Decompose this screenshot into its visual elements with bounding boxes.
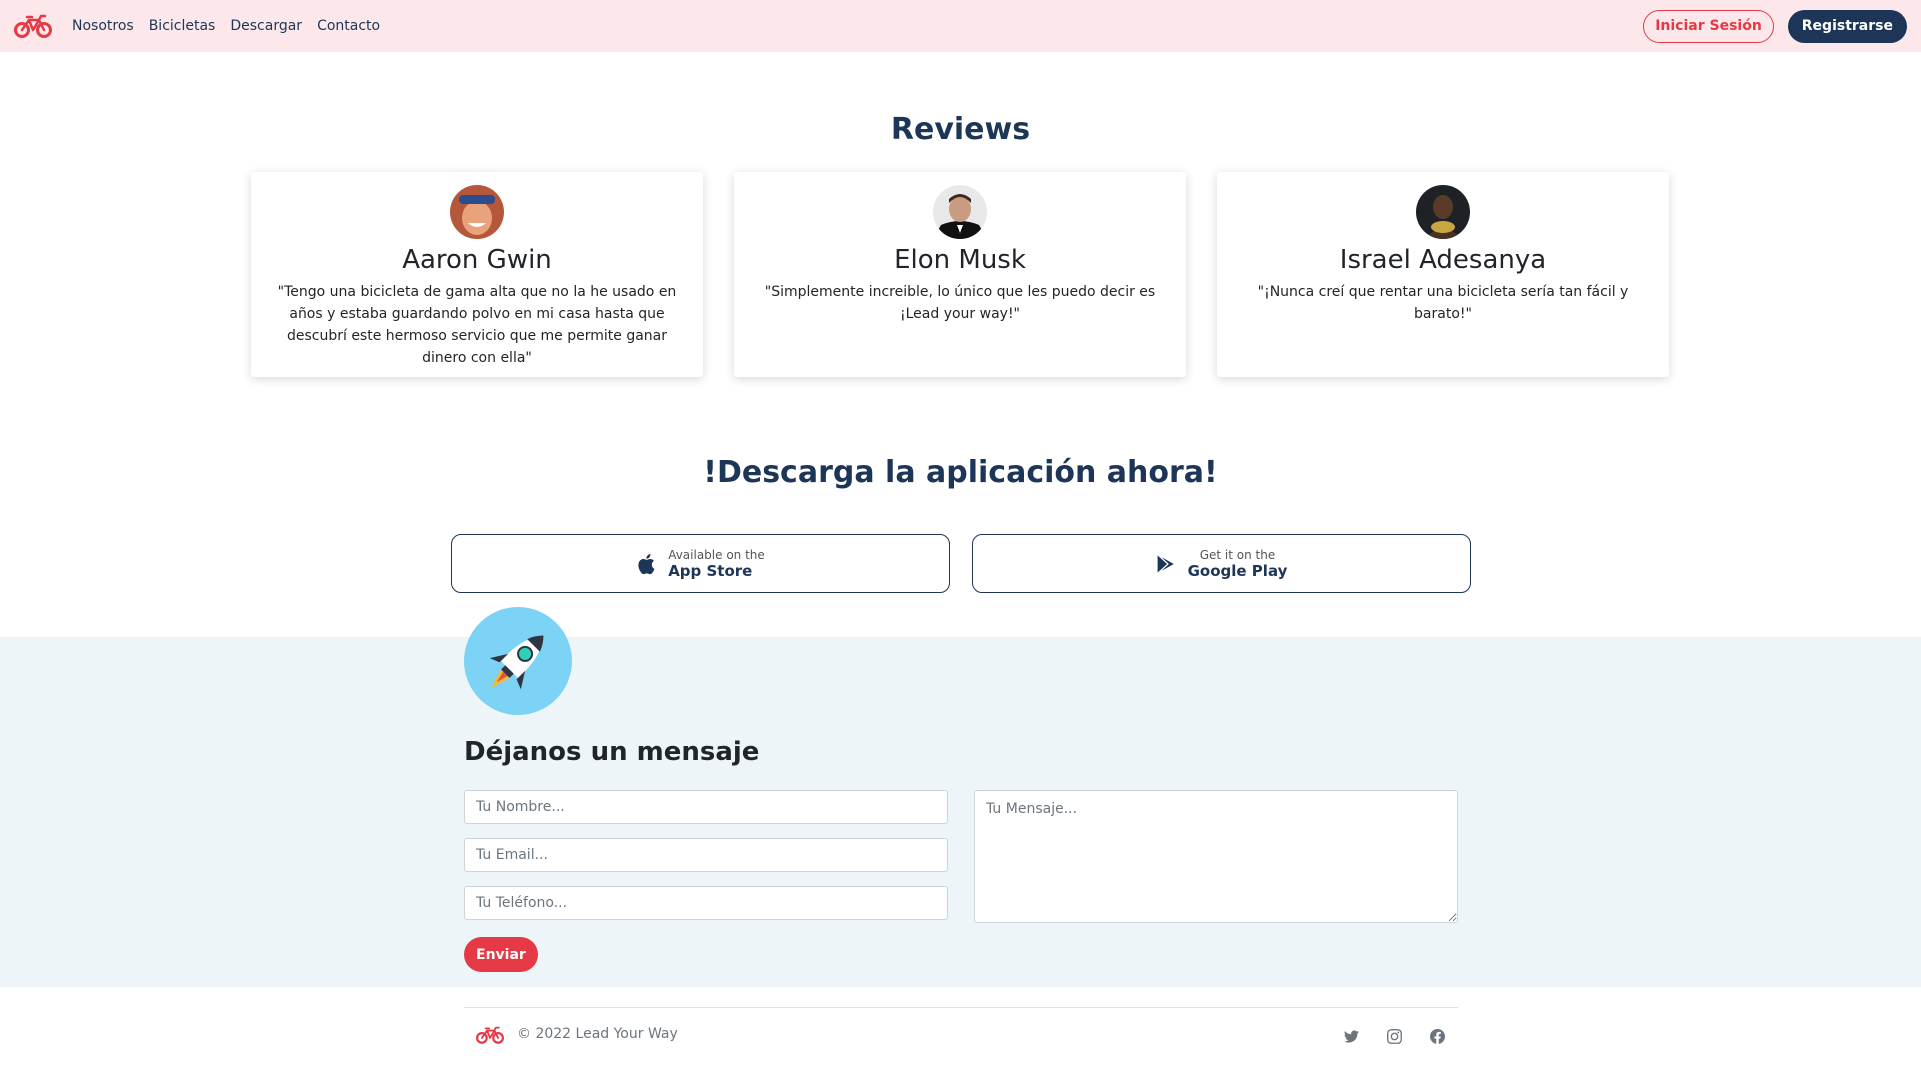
nav-link-nosotros[interactable]: Nosotros <box>72 18 134 34</box>
contact-section <box>0 637 1921 987</box>
nav-links: Nosotros Bicicletas Descargar Contacto <box>72 18 380 34</box>
nav-link-bicicletas[interactable]: Bicicletas <box>149 18 216 34</box>
apple-icon <box>638 553 655 574</box>
brand-logo[interactable] <box>14 11 54 41</box>
reviewer-name: Elon Musk <box>894 245 1026 275</box>
nav-link-contacto[interactable]: Contacto <box>317 18 380 34</box>
login-button[interactable]: Iniciar Sesión <box>1643 9 1774 43</box>
name-input[interactable] <box>464 790 948 824</box>
avatar <box>450 185 504 239</box>
bicycle-icon <box>476 1026 504 1044</box>
message-input[interactable] <box>974 790 1458 923</box>
download-title: !Descarga la aplicación ahora! <box>703 455 1218 490</box>
google-play-text: Get it on the Google Play <box>1188 548 1288 580</box>
reviewer-name: Aaron Gwin <box>402 245 552 275</box>
app-store-text: Available on the App Store <box>668 548 765 580</box>
google-play-small-text: Get it on the <box>1199 547 1276 562</box>
navbar: Nosotros Bicicletas Descargar Contacto I… <box>0 0 1921 52</box>
copyright-text: © 2022 Lead Your Way <box>517 1026 678 1042</box>
bicycle-icon <box>14 14 52 38</box>
app-store-button[interactable]: Available on the App Store <box>451 534 950 593</box>
google-play-big-text: Google Play <box>1187 561 1288 580</box>
google-play-button[interactable]: Get it on the Google Play <box>972 534 1471 593</box>
app-store-small-text: Available on the <box>668 547 765 562</box>
review-card-aaron: Aaron Gwin "Tengo una bicicleta de gama … <box>251 172 703 377</box>
nav-actions: Iniciar Sesión Registrarse <box>1643 9 1907 43</box>
google-play-icon <box>1156 552 1176 575</box>
review-card-israel: Israel Adesanya "¡Nunca creí que rentar … <box>1217 172 1669 377</box>
review-text: "Tengo una bicicleta de gama alta que no… <box>277 284 677 366</box>
send-button[interactable]: Enviar <box>464 937 538 972</box>
twitter-icon[interactable] <box>1342 1027 1360 1045</box>
review-text: "Simplemente increible, lo único que les… <box>764 284 1156 322</box>
nav-link-descargar[interactable]: Descargar <box>230 18 302 34</box>
reviewer-name: Israel Adesanya <box>1339 245 1547 275</box>
footer-divider <box>464 1007 1458 1008</box>
avatar <box>1416 185 1470 239</box>
facebook-icon[interactable] <box>1428 1027 1446 1045</box>
contact-title: Déjanos un mensaje <box>464 737 760 767</box>
review-card-elon: Elon Musk "Simplemente increible, lo úni… <box>734 172 1186 377</box>
reviews-title: Reviews <box>890 112 1031 147</box>
footer-logo[interactable] <box>476 1025 504 1045</box>
review-text: "¡Nunca creí que rentar una bicicleta se… <box>1257 284 1629 322</box>
register-button[interactable]: Registrarse <box>1787 9 1907 43</box>
avatar <box>933 185 987 239</box>
instagram-icon[interactable] <box>1385 1027 1403 1045</box>
app-store-big-text: App Store <box>668 561 753 580</box>
phone-input[interactable] <box>464 886 948 920</box>
email-input[interactable] <box>464 838 948 872</box>
rocket-icon <box>464 607 572 715</box>
